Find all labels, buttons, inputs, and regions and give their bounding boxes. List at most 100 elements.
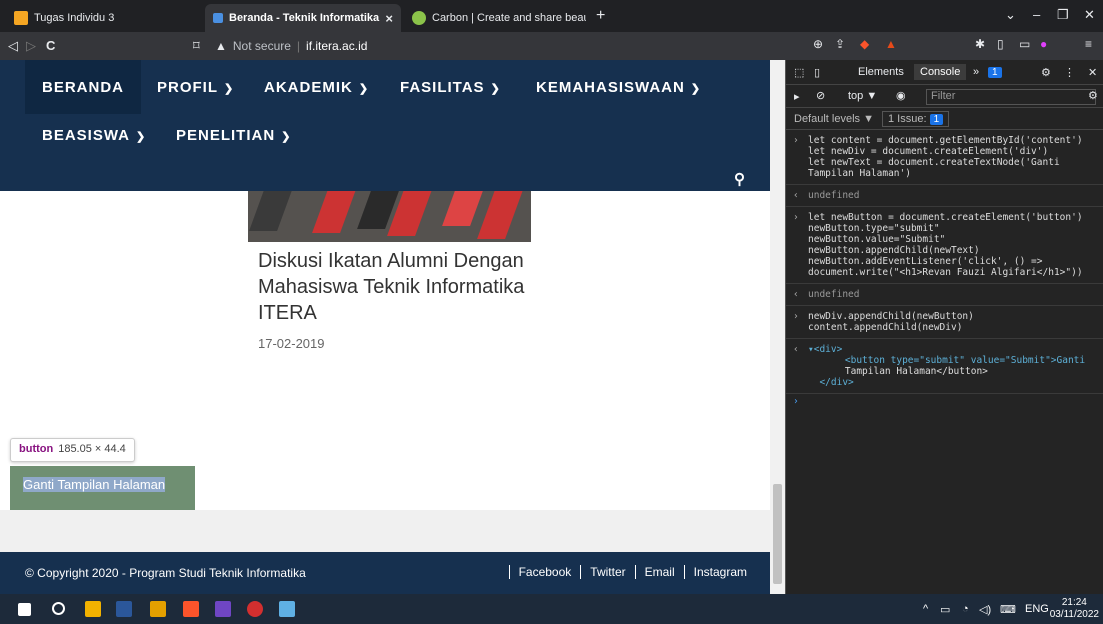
console-input-entry[interactable]: › newDiv.appendChild(newButton) content.a… (786, 306, 1103, 339)
profile-avatar-icon[interactable]: ● (1040, 37, 1047, 51)
share-icon[interactable]: ⇪ (835, 37, 845, 51)
clear-console-icon[interactable]: ⊘ (816, 89, 825, 102)
volume-icon[interactable]: ◁) (979, 603, 991, 616)
menu-kemahasiswaan[interactable]: KEMAHASISWAAN ❯ (536, 79, 701, 96)
footer-copyright: © Copyright 2020 - Program Studi Teknik … (25, 566, 306, 580)
devtools-tabbar: ⬚ ▯ Elements Console » 1 ⚙ ⋮ ✕ (786, 60, 1103, 85)
zoom-icon[interactable]: ⊕ (813, 37, 823, 51)
extensions-icon[interactable]: ✱ (975, 37, 985, 51)
footer-link-facebook[interactable]: Facebook (508, 565, 581, 579)
menu-icon[interactable]: ≡ (1085, 37, 1092, 51)
close-tab-icon[interactable]: × (379, 11, 393, 26)
inspect-element-icon[interactable]: ⬚ (794, 66, 804, 79)
issues-badge[interactable]: 1 (988, 66, 1002, 78)
tab-tugas-individu[interactable]: Tugas Individu 3 (6, 4, 196, 32)
sublime-text-icon[interactable] (150, 601, 166, 617)
web-page: BERANDA PROFIL ❯ AKADEMIK ❯ FASILITAS ❯ KEM… (0, 60, 785, 594)
settings-gear-icon[interactable]: ⚙ (1041, 66, 1051, 79)
menu-beasiswa[interactable]: BEASISWA ❯ (42, 127, 146, 144)
brave-beta-icon[interactable] (215, 601, 231, 617)
more-tabs-icon[interactable]: » (973, 66, 979, 78)
wifi-icon[interactable]: ◔ (962, 603, 969, 615)
footer-links: Facebook Twitter Email Instagram (508, 565, 756, 579)
notes-icon[interactable] (279, 601, 295, 617)
back-icon[interactable]: ◁ (8, 38, 18, 54)
bookmark-icon[interactable]: ⌑ (193, 38, 200, 54)
divider: | (296, 39, 301, 53)
tab-title: Tugas Individu 3 (34, 12, 115, 24)
search-icon[interactable] (52, 602, 65, 615)
console-result: undefined (808, 190, 860, 201)
brave-icon[interactable] (183, 601, 199, 617)
chevron-down-icon: ❯ (358, 83, 370, 95)
context-selector[interactable]: top ▼ (848, 90, 877, 102)
console-input-entry[interactable]: › let newButton = document.createElement(… (786, 207, 1103, 284)
tab-title: Beranda - Teknik Informatika (229, 12, 380, 24)
windows-start-icon[interactable] (18, 603, 31, 616)
site-footer: © Copyright 2020 - Program Studi Teknik … (0, 552, 770, 594)
tab-favicon-icon (213, 13, 223, 23)
brave-shield-icon[interactable]: ◆ (860, 37, 869, 51)
brave-rewards-icon[interactable]: ▲ (885, 37, 897, 51)
warning-icon: ▲ (215, 39, 227, 53)
search-icon[interactable]: ⚲ (734, 170, 745, 188)
tab-beranda[interactable]: Beranda - Teknik Informatika × (205, 4, 401, 32)
url-field[interactable]: ▲ Not secure | if.itera.ac.id (215, 37, 367, 55)
dom-node-button[interactable]: <button type="submit" value="Submit">Gan… (831, 355, 1085, 366)
keyboard-icon[interactable]: ⌨ (1000, 603, 1016, 616)
show-hidden-icons-icon[interactable]: ^ (923, 603, 928, 615)
kebab-menu-icon[interactable]: ⋮ (1064, 66, 1075, 79)
app-icon[interactable] (247, 601, 263, 617)
menu-penelitian[interactable]: PENELITIAN ❯ (176, 127, 291, 144)
menu-fasilitas[interactable]: FASILITAS ❯ (400, 79, 501, 96)
device-toolbar-icon[interactable]: ▯ (814, 66, 820, 79)
wallet-icon[interactable]: ▭ (1019, 37, 1030, 51)
menu-akademik[interactable]: AKADEMIK ❯ (264, 79, 369, 96)
dom-node-open[interactable]: ▾<div> (808, 344, 842, 355)
sidebar-toggle-icon[interactable]: ▸ (794, 90, 800, 103)
menu-label: BERANDA (42, 79, 124, 96)
clock-date: 03/11/2022 (1049, 609, 1099, 620)
language-indicator[interactable]: ENG (1025, 603, 1049, 615)
scrollbar-thumb[interactable] (773, 484, 782, 584)
console-filter-input[interactable]: Filter (926, 89, 1096, 105)
tab-carbon[interactable]: Carbon | Create and share beautiful im (404, 4, 586, 32)
footer-link-twitter[interactable]: Twitter (580, 565, 634, 579)
article-title[interactable]: Diskusi Ikatan Alumni Dengan Mahasiswa T… (258, 248, 548, 326)
ganti-tampilan-button[interactable]: Ganti Tampilan Halaman (10, 466, 195, 510)
levels-dropdown[interactable]: Default levels ▼ (794, 113, 874, 125)
maximize-button[interactable]: ❐ (1057, 7, 1069, 23)
chevron-down-icon: ❯ (281, 131, 292, 143)
eye-icon[interactable]: ◉ (896, 89, 906, 102)
word-icon[interactable] (116, 601, 132, 617)
minimize-button[interactable]: – (1033, 7, 1040, 22)
system-clock[interactable]: 21:24 03/11/2022 (1050, 597, 1099, 621)
file-explorer-icon[interactable] (85, 601, 101, 617)
reload-icon[interactable]: C (46, 38, 55, 53)
tab-console[interactable]: Console (914, 64, 967, 80)
issues-button[interactable]: 1 Issue: 1 (882, 111, 950, 127)
close-devtools-icon[interactable]: ✕ (1088, 66, 1097, 79)
windows-taskbar: ^ ▭ ◔ ◁) ⌨ ENG 21:24 03/11/2022 (0, 594, 1103, 624)
footer-link-instagram[interactable]: Instagram (683, 565, 756, 579)
menu-label: PENELITIAN (176, 127, 276, 144)
console-input-entry[interactable]: › let content = document.getElementById('… (786, 130, 1103, 185)
menu-profil[interactable]: PROFIL ❯ (157, 79, 234, 96)
console-settings-icon[interactable]: ⚙ (1088, 89, 1098, 102)
console-dom-result[interactable]: ‹ ▾<div> <button type="submit" value="Sub… (786, 339, 1103, 394)
console-prompt[interactable]: › (786, 394, 1103, 408)
battery-icon[interactable]: ▭ (940, 603, 950, 616)
footer-link-email[interactable]: Email (634, 565, 684, 579)
menu-label: FASILITAS (400, 79, 485, 96)
menu-beranda[interactable]: BERANDA (25, 60, 141, 114)
new-tab-button[interactable]: + (596, 7, 605, 25)
issue-count: 1 (929, 114, 944, 125)
browser-tab-strip: Tugas Individu 3 Beranda - Teknik Inform… (0, 0, 1103, 32)
dom-node-close: </div> (819, 377, 854, 388)
tab-elements[interactable]: Elements (858, 66, 904, 78)
page-scrollbar[interactable] (770, 60, 785, 594)
forward-icon[interactable]: ▷ (26, 38, 36, 54)
sidebar-icon[interactable]: ▯ (997, 37, 1004, 51)
close-window-button[interactable]: ✕ (1084, 7, 1095, 23)
tab-search-icon[interactable]: ⌄ (1005, 7, 1016, 23)
